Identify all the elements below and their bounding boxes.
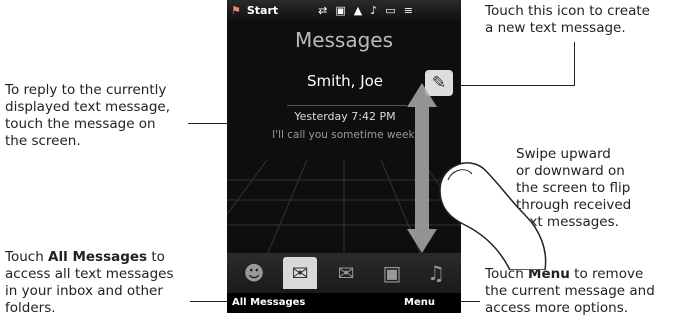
leader-line [456, 85, 575, 86]
network-icon: ▣ [335, 3, 346, 17]
callout-line: access more options. [485, 300, 629, 316]
callout-line: touch the message on [5, 116, 156, 132]
callout-line: the screen. [5, 133, 81, 149]
volume-icon: ♪ [370, 3, 378, 17]
callout-line: access all text messages [5, 266, 174, 282]
all-messages-softkey[interactable]: All Messages [232, 297, 305, 308]
signal-icon: ▲ [353, 3, 363, 17]
callout-text: Touch [5, 249, 49, 265]
connectivity-icon: ⇄ [318, 3, 328, 17]
envelope-icon: ✉ [337, 261, 355, 285]
leader-line [574, 42, 575, 85]
message-icon: ✉ [291, 261, 309, 285]
callout-bold: All Messages [48, 249, 148, 265]
callout-reply: To reply to the currently displayed text… [5, 82, 170, 150]
divider [287, 105, 407, 106]
callout-line: the current message and [485, 283, 655, 299]
leader-line [460, 301, 480, 302]
menu-softkey[interactable]: Menu [404, 297, 435, 308]
tab-photos[interactable]: ▣ [375, 257, 409, 289]
callout-line: displayed text message, [5, 99, 170, 115]
finger-illustration [439, 162, 547, 270]
callout-text: to [147, 249, 165, 265]
callout-menu: Touch Menu to remove the current message… [485, 266, 655, 317]
tab-messages[interactable]: ✉ [283, 257, 317, 289]
callout-line: Touch All Messages to [5, 249, 174, 266]
camera-icon: ▣ [382, 261, 402, 285]
leader-line [190, 301, 232, 302]
callout-line: folders. [5, 300, 56, 316]
windows-logo-icon[interactable]: ⚑ [231, 4, 241, 17]
callout-text: to remove [569, 266, 644, 282]
overflow-icon[interactable]: ≡ [404, 4, 413, 17]
callout-new-message: Touch this icon to create a new text mes… [485, 3, 650, 37]
battery-icon: ▭ [385, 3, 396, 17]
tab-bar: ☻ ✉ ✉ ▣ ♫ [227, 253, 461, 293]
callout-line: Touch this icon to create [485, 3, 650, 19]
callout-line: in your inbox and other [5, 283, 163, 299]
person-icon: ☻ [243, 261, 265, 285]
start-label[interactable]: Start [247, 4, 278, 17]
page-title: Messages [294, 28, 394, 52]
callout-line: To reply to the currently [5, 82, 167, 98]
status-bar: ⚑ Start ⇄ ▣ ▲ ♪ ▭ ≡ [227, 0, 461, 20]
callout-all-messages: Touch All Messages to access all text me… [5, 249, 174, 317]
softkey-bar: All Messages Menu [227, 293, 461, 313]
phone-screen: ⚑ Start ⇄ ▣ ▲ ♪ ▭ ≡ Messages Smith, Joe … [227, 0, 461, 313]
tab-email[interactable]: ✉ [329, 257, 363, 289]
tab-people[interactable]: ☻ [237, 257, 271, 289]
callout-line: a new text message. [485, 20, 626, 36]
